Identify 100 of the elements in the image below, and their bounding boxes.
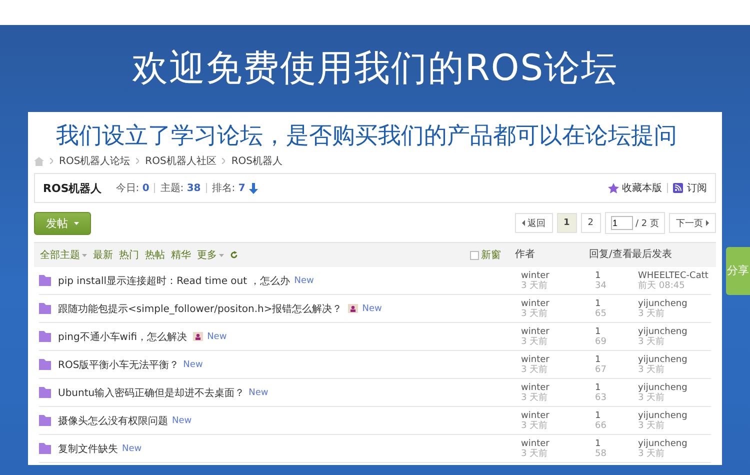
refresh-icon[interactable] [230,251,238,259]
document-icon [39,443,51,454]
thread-title-link[interactable]: 复制文件缺失 [58,442,118,456]
view-count: 67 [595,364,606,374]
star-icon [608,182,619,194]
new-window-label: 新窗 [481,248,501,262]
new-label: New [294,276,314,286]
post-time: 3 天前 [521,364,548,374]
filter-tab[interactable]: 精华 [171,248,191,262]
post-time: 3 天前 [521,336,548,346]
author-link[interactable]: winter [521,354,550,364]
left-arrow-icon [522,220,525,226]
column-header: 最后发表 [632,250,672,260]
thread-title-link[interactable]: 跟随功能包提示<simple_follower/positon.h>报错怎么解决？ [58,302,342,316]
page-input[interactable]: 1 [610,216,633,230]
document-icon [39,359,51,370]
page-button[interactable]: 1 [556,213,577,233]
forum-action-link[interactable]: 收藏本版 [622,181,662,195]
last-poster-link[interactable]: yijuncheng [638,354,688,364]
last-post-time: 3 天前 [638,392,665,402]
last-post-time: 3 天前 [638,364,665,374]
caret-icon [74,222,79,224]
image-icon [193,332,204,341]
post-time: 3 天前 [521,392,548,402]
new-window-checkbox[interactable] [470,250,479,260]
new-label: New [172,416,192,426]
breadcrumb-link[interactable]: ROS机器人论坛 [59,154,130,168]
page-total: / 2 页 [636,218,659,230]
banner-subtitle: 我们设立了学习论坛，是否购买我们的产品都可以在论坛提问 [56,122,677,150]
chevron-icon [222,158,226,164]
caret-icon [219,254,224,256]
post-time: 3 天前 [521,420,548,430]
last-post-time: 前天 08:45 [638,280,685,290]
document-icon [39,387,51,398]
last-poster-link[interactable]: yijuncheng [638,326,688,336]
filter-tab[interactable]: 全部主题 [40,248,87,262]
chevron-icon [136,158,140,164]
view-count: 65 [595,308,606,318]
post-time: 3 天前 [521,448,548,458]
author-link[interactable]: winter [521,326,550,336]
reply-count: 1 [595,298,601,308]
last-post-time: 3 天前 [638,308,665,318]
reply-count: 1 [595,270,601,280]
post-time: 3 天前 [521,308,548,318]
author-link[interactable]: winter [521,438,550,448]
last-poster-link[interactable]: yijuncheng [638,410,688,420]
view-count: 66 [595,420,606,430]
view-count: 58 [595,448,606,458]
column-header: 作者 [515,250,535,260]
author-link[interactable]: winter [521,410,550,420]
filter-tab[interactable]: 最新 [93,248,113,262]
filter-tab[interactable]: 更多 [197,248,224,262]
reply-count: 1 [595,382,601,392]
thread-title-link[interactable]: pip install显示连接超时：Read time out ，怎么办 [58,274,290,288]
column-header: 回复/查看 [589,250,632,260]
right-arrow-icon [706,220,709,226]
last-poster-link[interactable]: yijuncheng [638,382,688,392]
forum-name: ROS机器人 [43,180,102,196]
new-label: New [207,332,227,342]
thread-title-link[interactable]: 摄像头怎么没有权限问题 [58,414,168,428]
caret-icon [82,254,87,256]
last-post-time: 3 天前 [638,336,665,346]
breadcrumb-link[interactable]: ROS机器人 [231,154,283,168]
new-label: New [362,304,382,314]
breadcrumb-link[interactable]: ROS机器人社区 [145,154,216,168]
back-button[interactable]: 返回 [514,213,553,233]
new-label: New [248,388,268,398]
thread-title-link[interactable]: ROS版平衡小车无法平衡？ [58,358,180,372]
forum-action-link[interactable]: 订阅 [687,181,707,195]
document-icon [39,415,51,426]
author-link[interactable]: winter [521,298,550,308]
reply-count: 1 [595,354,601,364]
reply-count: 1 [595,326,601,336]
filter-tab[interactable]: 热门 [119,248,139,262]
last-post-time: 3 天前 [638,420,665,430]
new-label: New [122,444,142,454]
view-count: 69 [595,336,606,346]
reply-count: 1 [595,438,601,448]
filter-tab[interactable]: 热帖 [145,248,165,262]
last-poster-link[interactable]: yijuncheng [638,298,688,308]
last-post-time: 3 天前 [638,448,665,458]
reply-count: 1 [595,410,601,420]
forum-stat: 排名: 7 [212,182,246,195]
chevron-icon [50,158,53,164]
document-icon [39,275,51,286]
next-page-button[interactable]: 下一页 [669,213,716,233]
last-poster-link[interactable]: yijuncheng [638,438,688,448]
document-icon [39,331,51,342]
view-count: 34 [595,280,606,290]
thread-title-link[interactable]: Ubuntu输入密码正确但是却进不去桌面？ [58,386,245,400]
thread-title-link[interactable]: ping不通小车wifi，怎么解决 [58,330,188,344]
author-link[interactable]: winter [521,270,550,280]
view-count: 63 [595,392,606,402]
banner-title: 欢迎免费使用我们的ROS论坛 [132,47,618,91]
author-link[interactable]: winter [521,382,550,392]
page-button[interactable]: 2 [580,213,601,233]
home-icon[interactable] [34,156,44,166]
forum-stat: 主题: 38 [160,182,201,195]
new-label: New [183,360,203,370]
last-poster-link[interactable]: WHEELTEC-Catt [638,270,708,280]
